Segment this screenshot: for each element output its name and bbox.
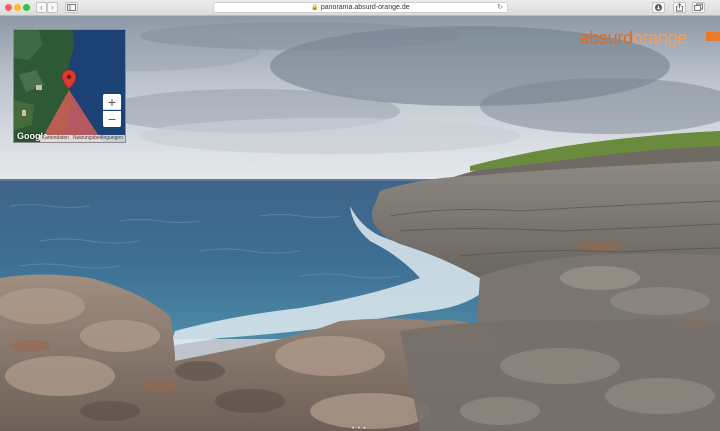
zoom-window-button[interactable] — [23, 4, 30, 11]
terms-link[interactable]: Nutzungsbedingungen — [71, 135, 125, 141]
browser-toolbar: ‹ › 🔒 panorama.absurd-orange.de ↻ — [0, 0, 720, 16]
address-bar[interactable]: 🔒 panorama.absurd-orange.de ↻ — [213, 2, 508, 13]
address-text: 🔒 panorama.absurd-orange.de — [214, 3, 507, 13]
download-icon[interactable] — [652, 2, 665, 13]
tabs-icon[interactable] — [692, 2, 705, 13]
pager-dots[interactable]: • • • — [352, 426, 367, 431]
sidebar-icon[interactable] — [65, 2, 78, 13]
close-window-button[interactable] — [5, 4, 12, 11]
forward-icon[interactable]: › — [47, 2, 58, 13]
brand-logo-part2: orange — [632, 28, 688, 48]
mini-map[interactable]: + − Google Kartendaten Nutzungsbedingunge… — [13, 29, 126, 143]
brand-logo[interactable]: absurdorange — [580, 28, 688, 48]
share-icon[interactable] — [673, 2, 686, 13]
reload-icon[interactable]: ↻ — [497, 3, 503, 13]
minimize-window-button[interactable] — [14, 4, 21, 11]
url-text: panorama.absurd-orange.de — [320, 4, 410, 11]
back-icon[interactable]: ‹ — [36, 2, 47, 13]
map-zoom-out-button[interactable]: − — [103, 111, 121, 127]
lock-icon: 🔒 — [311, 5, 319, 11]
panorama-viewer[interactable]: absurdorange + − Google Kartendaten Nutzu… — [0, 16, 720, 431]
map-zoom-in-button[interactable]: + — [103, 94, 121, 110]
menu-tab[interactable] — [706, 32, 720, 41]
brand-logo-part1: absurd — [579, 28, 634, 48]
map-attribution: Kartendaten Nutzungsbedingungen — [39, 135, 125, 142]
map-data-link[interactable]: Kartendaten — [40, 135, 71, 141]
